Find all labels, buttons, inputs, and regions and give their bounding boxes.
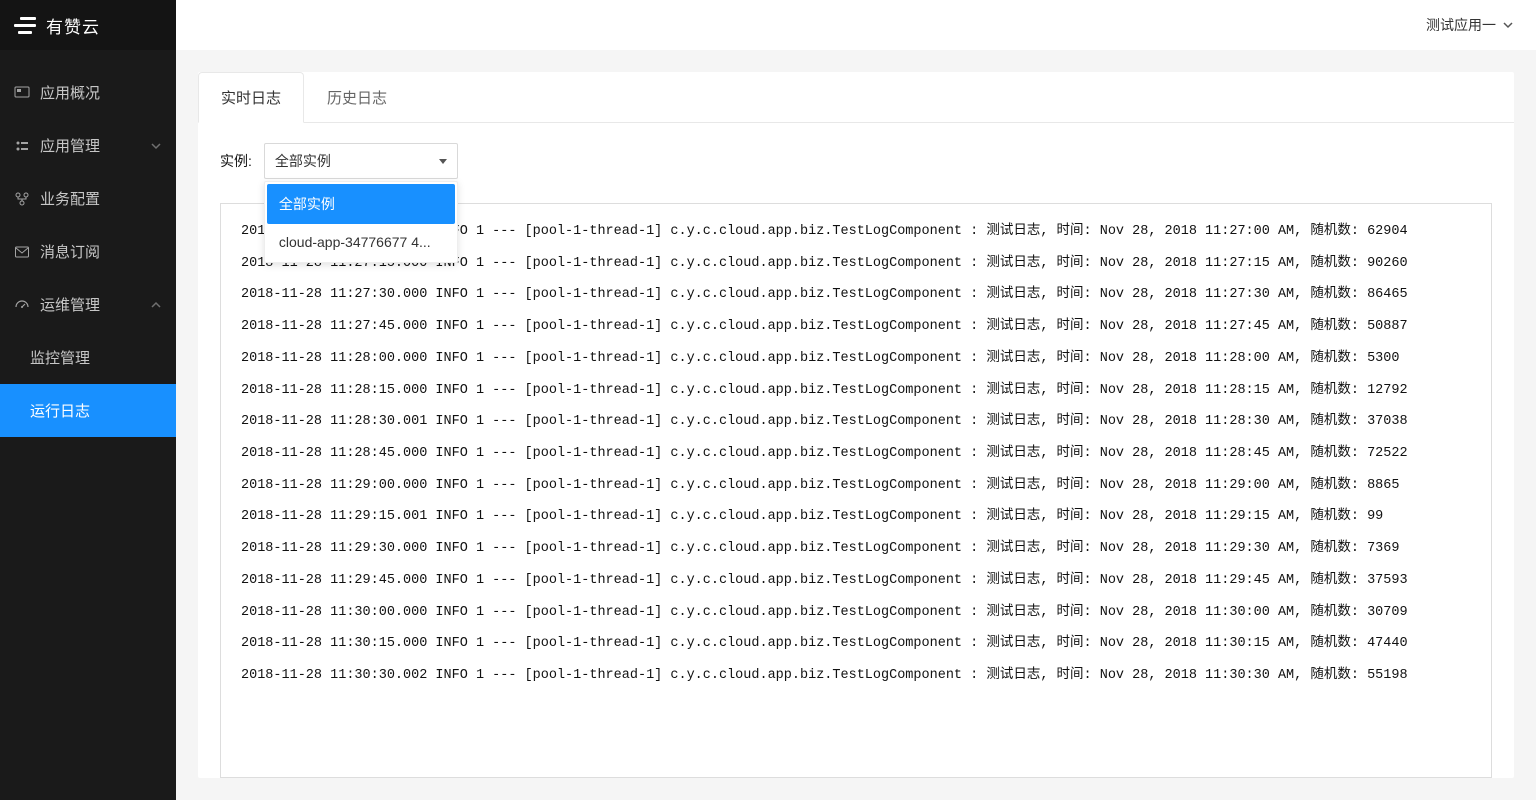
brand-logo-icon — [14, 15, 38, 35]
chevron-down-icon — [150, 140, 162, 152]
tab[interactable]: 实时日志 — [198, 72, 304, 123]
nav-item-label: 业务配置 — [40, 188, 100, 209]
nav-item-label: 应用管理 — [40, 135, 100, 156]
instance-select-value: 全部实例 — [275, 151, 331, 171]
main: 测试应用一 实时日志历史日志 实例: 全部实例 全部实例cloud-ap — [176, 0, 1536, 800]
nav-item-message[interactable]: 消息订阅 — [0, 225, 176, 278]
subnav-item[interactable]: 监控管理 — [0, 331, 176, 384]
tab[interactable]: 历史日志 — [304, 72, 410, 123]
nav-item-overview[interactable]: 应用概况 — [0, 66, 176, 119]
sidebar: 有赞云 应用概况应用管理业务配置消息订阅运维管理监控管理运行日志 — [0, 0, 176, 800]
content: 实时日志历史日志 实例: 全部实例 全部实例cloud-app-34776677… — [176, 50, 1536, 800]
app-selector[interactable]: 测试应用一 — [1426, 15, 1514, 35]
topbar: 测试应用一 — [176, 0, 1536, 50]
instance-select-box[interactable]: 全部实例 — [264, 143, 458, 179]
nav-item-label: 消息订阅 — [40, 241, 100, 262]
nav: 应用概况应用管理业务配置消息订阅运维管理监控管理运行日志 — [0, 50, 176, 437]
nav-item-manage[interactable]: 应用管理 — [0, 119, 176, 172]
tab-body: 实例: 全部实例 全部实例cloud-app-34776677 4... 201… — [198, 123, 1514, 778]
message-icon — [14, 244, 30, 260]
instance-dropdown: 全部实例cloud-app-34776677 4... — [264, 181, 458, 263]
nav-item-ops[interactable]: 运维管理 — [0, 278, 176, 331]
overview-icon — [14, 85, 30, 101]
dropdown-item[interactable]: 全部实例 — [267, 184, 455, 224]
tabs: 实时日志历史日志 — [198, 72, 1514, 123]
caret-down-icon — [439, 159, 447, 164]
manage-icon — [14, 138, 30, 154]
instance-select[interactable]: 全部实例 全部实例cloud-app-34776677 4... — [264, 143, 458, 179]
chevron-up-icon — [150, 299, 162, 311]
ops-icon — [14, 297, 30, 313]
instance-filter-label: 实例: — [220, 151, 252, 171]
subnav-item[interactable]: 运行日志 — [0, 384, 176, 437]
nav-item-config[interactable]: 业务配置 — [0, 172, 176, 225]
filter-row: 实例: 全部实例 全部实例cloud-app-34776677 4... — [220, 143, 1492, 179]
nav-item-label: 运维管理 — [40, 294, 100, 315]
app-selector-label: 测试应用一 — [1426, 15, 1496, 35]
brand-text: 有赞云 — [46, 13, 100, 38]
chevron-down-icon — [1502, 19, 1514, 31]
card: 实时日志历史日志 实例: 全部实例 全部实例cloud-app-34776677… — [198, 72, 1514, 778]
config-icon — [14, 191, 30, 207]
nav-item-label: 应用概况 — [40, 82, 100, 103]
dropdown-item[interactable]: cloud-app-34776677 4... — [267, 224, 455, 260]
brand[interactable]: 有赞云 — [0, 0, 176, 50]
log-output[interactable]: 2018-11-28 11:27:00.000 INFO 1 --- [pool… — [220, 203, 1492, 778]
